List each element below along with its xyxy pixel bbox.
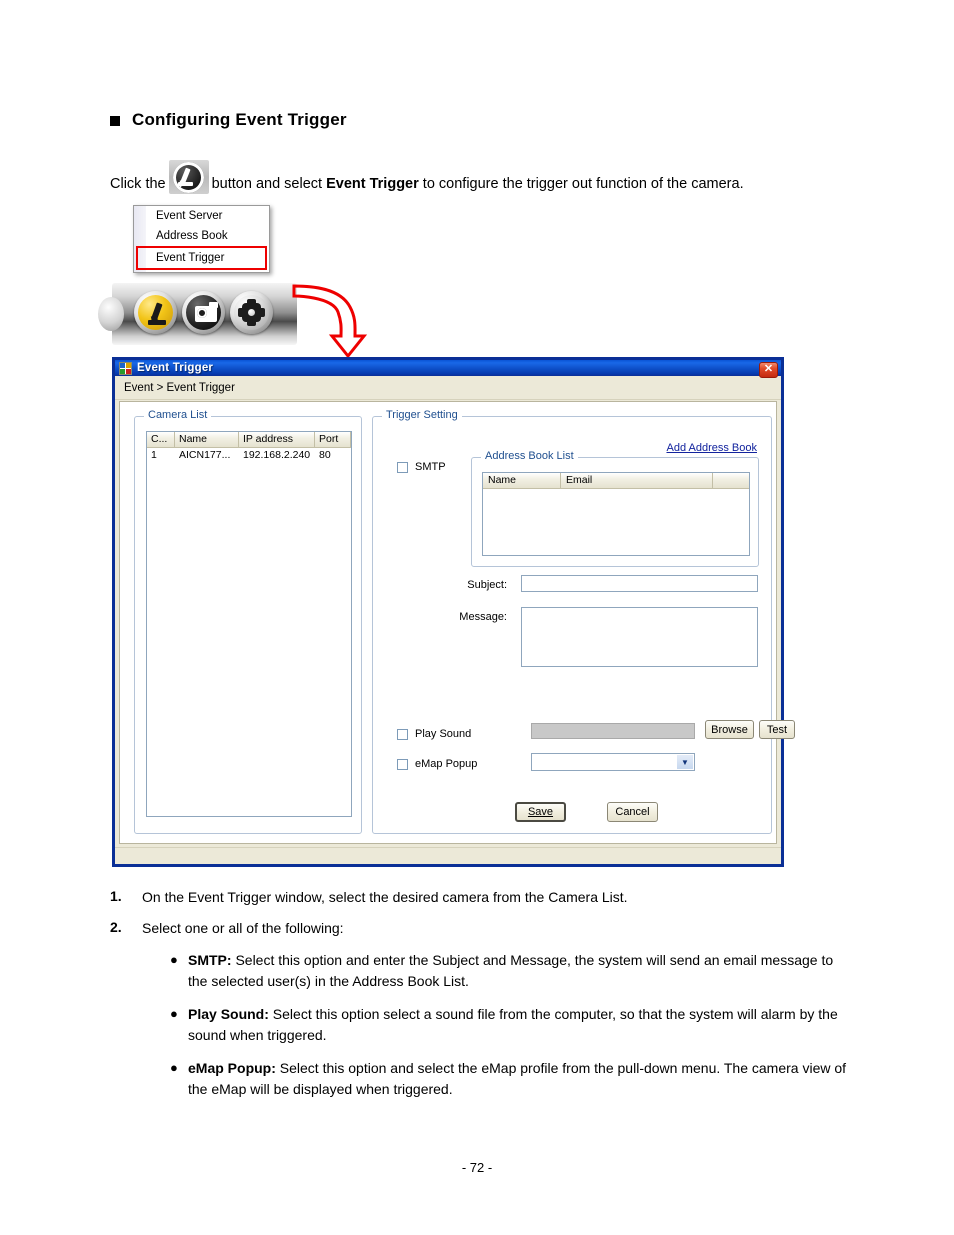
bullet-term: eMap Popup: — [188, 1060, 276, 1076]
toolbar-partial-icon — [98, 297, 124, 331]
smtp-checkbox-row[interactable]: SMTP — [397, 461, 446, 473]
menu-item-event-server[interactable]: Event Server — [134, 206, 269, 226]
cancel-button-label: Cancel — [615, 806, 650, 818]
sound-path-input[interactable] — [531, 723, 695, 739]
camera-col-ip[interactable]: IP address — [239, 432, 315, 447]
camera-cell-ip: 192.168.2.240 — [243, 449, 311, 461]
bullet-dot-icon: ● — [170, 1006, 178, 1021]
message-label: Message: — [459, 611, 507, 623]
save-button-label: Save — [527, 806, 554, 818]
square-bullet-icon — [110, 116, 120, 126]
trigger-setting-group: Trigger Setting Add Address Book SMTP Ad… — [372, 409, 795, 834]
bullet-text: Select this option and select the eMap p… — [188, 1060, 847, 1097]
browse-button-label: Browse — [711, 723, 748, 736]
play-sound-label: Play Sound — [415, 728, 472, 740]
test-button-label: Test — [766, 723, 788, 736]
camera-col-port[interactable]: Port — [315, 432, 351, 447]
intro-text-middle: button and select — [211, 175, 323, 192]
message-input[interactable] — [521, 607, 758, 667]
page-title-text: Configuring Event Trigger — [132, 110, 347, 129]
intro-text-after: to configure the trigger out function of… — [422, 175, 744, 192]
list-item: ● eMap Popup: Select this option and sel… — [170, 1058, 850, 1100]
ab-col-email[interactable]: Email — [561, 473, 713, 488]
trigger-setting-group-title: Trigger Setting — [382, 409, 462, 421]
step-number: 2. — [110, 919, 122, 935]
camera-cell-c: 1 — [151, 449, 157, 461]
dialog-statusbar — [115, 847, 781, 864]
step-text: On the Event Trigger window, select the … — [142, 889, 628, 905]
event-trigger-dialog: Event Trigger ✕ Event > Event Trigger Ca… — [112, 357, 795, 867]
smtp-checkbox[interactable] — [397, 461, 408, 473]
page-number: - 72 - — [461, 1160, 493, 1175]
camera-col-c[interactable]: C... — [147, 432, 175, 447]
breadcrumb: Event > Event Trigger — [115, 376, 781, 400]
browse-button[interactable]: Browse — [705, 720, 754, 739]
camera-list-group-title: Camera List — [144, 409, 212, 421]
subject-input[interactable] — [521, 575, 758, 592]
add-address-book-link[interactable]: Add Address Book — [666, 442, 757, 454]
menu-item-address-book[interactable]: Address Book — [134, 226, 269, 246]
address-book-group-title: Address Book List — [481, 450, 578, 462]
camera-cell-port: 80 — [319, 449, 331, 461]
address-book-header-row: Name Email — [483, 473, 749, 489]
camera-col-name[interactable]: Name — [175, 432, 239, 447]
address-book-list-group: Address Book List Name Email — [471, 450, 759, 567]
ab-col-name[interactable]: Name — [483, 473, 561, 488]
play-sound-checkbox-row[interactable]: Play Sound — [397, 728, 471, 740]
app-window-icon — [119, 361, 132, 375]
save-button[interactable]: Save — [515, 802, 566, 822]
subject-label: Subject: — [467, 579, 507, 591]
bullet-dot-icon: ● — [170, 952, 178, 967]
camera-list-header-row: C... Name IP address Port — [147, 432, 351, 448]
chevron-down-icon[interactable]: ▼ — [677, 755, 693, 769]
address-book-table[interactable]: Name Email — [482, 472, 750, 556]
menu-item-event-trigger[interactable]: Event Trigger — [136, 246, 267, 270]
dialog-title: Event Trigger — [137, 362, 214, 374]
camera-cell-name: AICN177... — [179, 449, 231, 461]
cancel-button[interactable]: Cancel — [607, 802, 658, 822]
intro-text-bold: Event Trigger — [326, 175, 419, 192]
bullet-text: Select this option and enter the Subject… — [188, 952, 834, 989]
list-item: ● SMTP: Select this option and enter the… — [170, 950, 850, 992]
list-item: ● Play Sound: Select this option select … — [170, 1004, 850, 1046]
list-item: 2. Select one or all of the following: — [110, 919, 850, 938]
camera-list-table[interactable]: C... Name IP address Port 1 AICN177... 1… — [146, 431, 352, 817]
breadcrumb-text: Event > Event Trigger — [124, 381, 235, 394]
table-row[interactable]: 1 AICN177... 192.168.2.240 80 — [147, 448, 351, 462]
step-number: 1. — [110, 888, 122, 904]
toolbar-popup-menu: Event Server Address Book Event Trigger — [133, 205, 270, 273]
emap-popup-checkbox[interactable] — [397, 758, 408, 770]
intro-text-before: Click the — [110, 175, 166, 192]
pencil-toolbar-icon[interactable] — [134, 291, 177, 334]
camera-toolbar-icon[interactable] — [182, 291, 225, 334]
toolbar-figure: Event Server Address Book Event Trigger — [98, 205, 297, 345]
close-icon[interactable]: ✕ — [759, 361, 778, 378]
step-text: Select one or all of the following: — [142, 920, 344, 936]
list-item: 1. On the Event Trigger window, select t… — [110, 888, 850, 907]
bullet-dot-icon: ● — [170, 1060, 178, 1075]
gear-toolbar-icon[interactable] — [230, 291, 273, 334]
play-sound-checkbox[interactable] — [397, 728, 408, 740]
option-bullets: ● SMTP: Select this option and enter the… — [170, 950, 850, 1100]
red-arrow-annotation — [292, 284, 368, 359]
emap-profile-select[interactable]: ▼ — [531, 753, 695, 771]
bullet-term: SMTP: — [188, 952, 232, 968]
bullet-term: Play Sound: — [188, 1006, 269, 1022]
emap-popup-checkbox-row[interactable]: eMap Popup — [397, 758, 477, 770]
dialog-body: Camera List C... Name IP address Port 1 … — [119, 401, 795, 844]
bullet-text: Select this option select a sound file f… — [188, 1006, 838, 1043]
pencil-button-icon — [168, 160, 209, 194]
document-page: Configuring Event Trigger Click the butt… — [0, 0, 954, 1235]
smtp-label: SMTP — [415, 461, 446, 473]
ab-col-blank[interactable] — [713, 473, 749, 488]
emap-popup-label: eMap Popup — [415, 758, 478, 770]
dialog-titlebar[interactable]: Event Trigger ✕ — [112, 357, 784, 378]
camera-list-group: Camera List C... Name IP address Port 1 … — [134, 409, 362, 834]
intro-paragraph: Click the button and select Event Trigge… — [110, 160, 744, 201]
instruction-steps: 1. On the Event Trigger window, select t… — [110, 888, 850, 1112]
test-button[interactable]: Test — [759, 720, 795, 739]
page-title: Configuring Event Trigger — [110, 110, 347, 130]
